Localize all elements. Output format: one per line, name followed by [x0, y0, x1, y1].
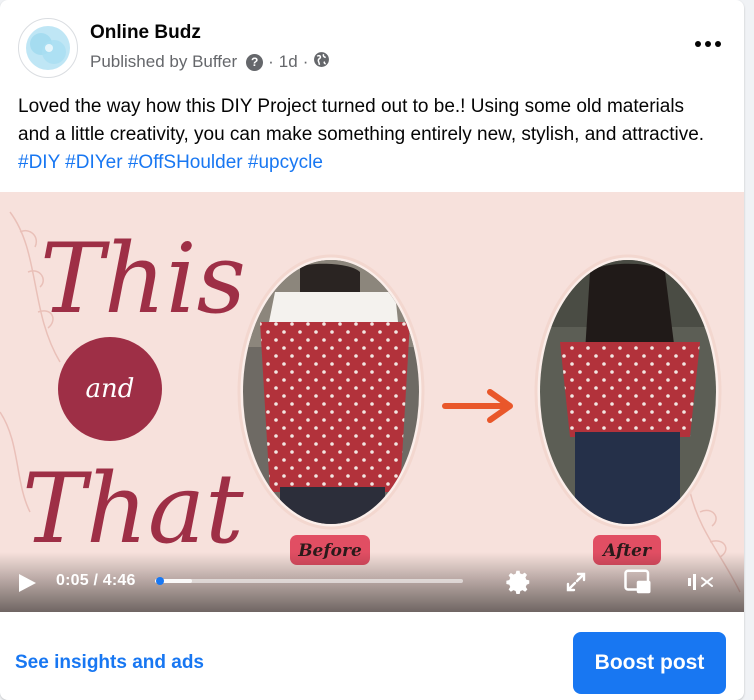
post-header: Online Budz Published by Buffer ? · 1d · [18, 18, 728, 78]
video-player[interactable]: This and That Before After 0:05 / 4:46 [0, 192, 744, 612]
fullscreen-icon[interactable] [560, 566, 592, 598]
post-footer: See insights and ads Boost post [0, 612, 744, 694]
post-card: Online Budz Published by Buffer ? · 1d ·… [0, 0, 744, 700]
arrow-icon [442, 389, 513, 423]
video-title-top: This [40, 223, 246, 335]
published-by: Published by Buffer [90, 52, 238, 71]
gear-icon[interactable] [502, 566, 534, 598]
boost-post-button[interactable]: Boost post [573, 632, 726, 694]
post-text: Loved the way how this DIY Project turne… [18, 93, 718, 177]
picture-in-picture-icon[interactable] [622, 566, 654, 598]
play-icon[interactable] [16, 572, 38, 594]
globe-icon [313, 51, 330, 73]
post-body: Loved the way how this DIY Project turne… [18, 96, 705, 145]
video-controls: 0:05 / 4:46 [0, 552, 744, 612]
time-display: 0:05 / 4:46 [56, 572, 136, 589]
separator: · [302, 52, 309, 71]
video-frame: This and That Before After [0, 211, 741, 593]
seek-bar[interactable] [155, 577, 463, 585]
post-time[interactable]: 1d [279, 52, 298, 72]
post-meta: Published by Buffer ? · 1d · [90, 51, 330, 73]
separator: · [268, 52, 274, 71]
more-horizontal-icon[interactable] [688, 24, 728, 64]
avatar[interactable] [18, 18, 78, 78]
hashtags[interactable]: #DIY #DIYer #OffSHoulder #upcycle [18, 152, 323, 173]
mute-icon[interactable] [686, 566, 718, 598]
video-title-bottom: That [22, 453, 244, 565]
video-title-and: and [86, 374, 135, 404]
see-insights-link[interactable]: See insights and ads [15, 652, 204, 674]
seek-handle[interactable] [156, 577, 165, 585]
page-name[interactable]: Online Budz [90, 22, 201, 44]
help-icon[interactable]: ? [246, 53, 264, 71]
